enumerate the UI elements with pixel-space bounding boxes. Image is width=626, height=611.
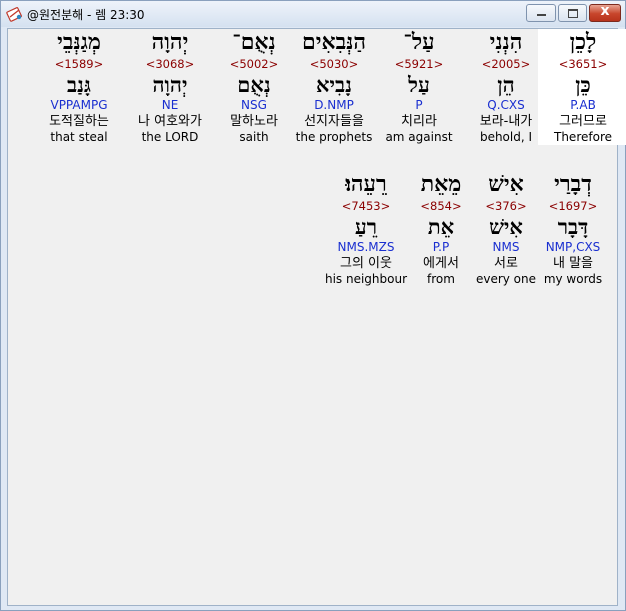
korean-gloss: 도적질하는	[49, 114, 109, 129]
morphology-code: NE	[161, 98, 179, 112]
korean-gloss: 그의 이웃	[340, 256, 392, 271]
korean-gloss: 말하노라	[230, 114, 278, 129]
morphology-code: VPPAMPG	[50, 98, 108, 112]
hebrew-lemma: עַל	[408, 72, 430, 97]
korean-gloss: 치리라	[401, 114, 437, 129]
hebrew-lemma: גָּנַב	[67, 72, 91, 97]
word-block[interactable]: הַנְּבִאִים <5030> נָבִיא D.NMP 선지자들을 th…	[289, 29, 379, 145]
english-gloss: the prophets	[295, 130, 373, 144]
strong-number[interactable]: <3068>	[125, 57, 215, 73]
morphology-code: NSG	[241, 98, 267, 112]
close-icon: x	[600, 3, 610, 19]
close-button[interactable]: x	[589, 3, 621, 22]
minimize-button[interactable]	[526, 4, 556, 22]
korean-gloss: 선지자들을	[304, 114, 364, 129]
hebrew-lemma: יְהוָה	[152, 72, 188, 97]
english-gloss: saith	[239, 130, 269, 144]
app-icon	[6, 7, 22, 22]
morphology-code: P	[415, 98, 423, 112]
word-block[interactable]: מְגַנְּבֵי <1589> גָּנַב VPPAMPG 도적질하는 t…	[34, 29, 124, 145]
maximize-button[interactable]	[558, 4, 587, 22]
word-block[interactable]: יְהוָה <3068> יְהוָה NE 나 여호와가 the LORD	[125, 29, 215, 145]
hebrew-word: הִנְנִי	[489, 29, 523, 55]
hebrew-lemma: נְאֻם	[237, 72, 271, 97]
english-gloss: the LORD	[141, 130, 199, 144]
hebrew-lemma: נָבִיא	[316, 72, 352, 97]
hebrew-word: הַנְּבִאִים	[301, 29, 367, 55]
korean-gloss: 나 여호와가	[138, 114, 202, 129]
morphology-code: NMS.MZS	[337, 240, 395, 254]
hebrew-lemma: רֵעַ	[354, 214, 378, 239]
english-gloss: his neighbour	[324, 272, 408, 286]
morphology-code: D.NMP	[314, 98, 354, 112]
english-gloss: am against	[385, 130, 453, 144]
strong-number[interactable]: <1589>	[34, 57, 124, 73]
strong-number[interactable]: <5002>	[209, 57, 299, 73]
hebrew-word: לָכֵן	[569, 29, 597, 55]
hebrew-word: עַל־	[403, 29, 435, 55]
hebrew-word: נְאֻם־	[232, 29, 276, 55]
hebrew-word: יְהוָה	[151, 29, 189, 55]
window-title: @원전분해 - 렘 23:30	[27, 8, 145, 22]
word-block[interactable]: הִנְנִי <2005> הֵן Q.CXS 보라-내가 behold, I	[461, 29, 551, 145]
hebrew-word: מְגַנְּבֵי	[57, 29, 101, 55]
morphology-code: Q.CXS	[487, 98, 525, 112]
strong-number[interactable]: <2005>	[461, 57, 551, 73]
hebrew-lemma: הֵן	[497, 72, 515, 97]
strong-number[interactable]: <5921>	[374, 57, 464, 73]
hebrew-lemma: כֵּן	[575, 72, 591, 97]
korean-gloss: 그러므로	[559, 114, 607, 129]
korean-gloss: 보라-내가	[479, 114, 533, 129]
word-block[interactable]: לָכֵן <3651> כֵּן P.AB 그러므로 Therefore	[538, 29, 626, 145]
strong-number[interactable]: <3651>	[538, 57, 626, 73]
title-bar[interactable]: @원전분해 - 렘 23:30 x	[1, 1, 625, 27]
app-window: @원전분해 - 렘 23:30 x לָכֵן <3651> כֵּן P.AB…	[0, 0, 626, 611]
english-gloss: Therefore	[554, 130, 612, 144]
english-gloss: that steal	[50, 130, 108, 144]
morphology-code: P.AB	[570, 98, 596, 112]
word-block[interactable]: רֵעֵהוּ׃ <7453> רֵעַ NMS.MZS 그의 이웃 his n…	[321, 171, 411, 287]
strong-number[interactable]: <5030>	[289, 57, 379, 73]
strong-number[interactable]: <7453>	[321, 199, 411, 215]
word-block[interactable]: נְאֻם־ <5002> נְאֻם NSG 말하노라 saith	[209, 29, 299, 145]
hebrew-word: רֵעֵהוּ׃	[345, 171, 387, 197]
word-block[interactable]: עַל־ <5921> עַל P 치리라 am against	[374, 29, 464, 145]
analysis-panel: לָכֵן <3651> כֵּן P.AB 그러므로 Therefore הִ…	[7, 28, 626, 606]
english-gloss: behold, I	[479, 130, 533, 144]
